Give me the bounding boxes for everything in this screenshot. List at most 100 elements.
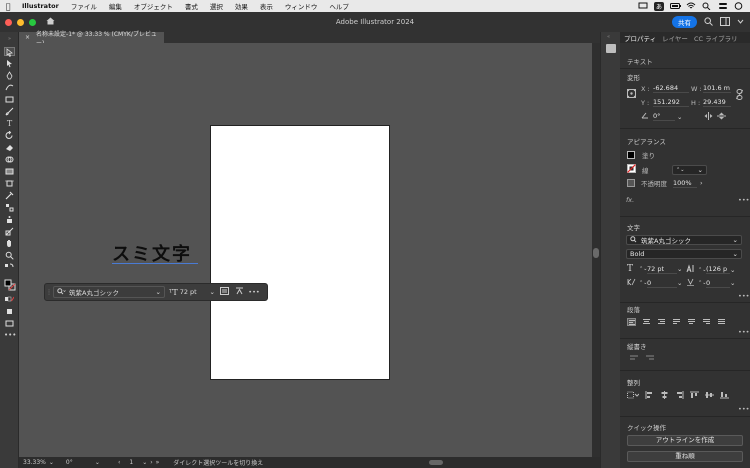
menu-view[interactable]: 表示: [254, 1, 279, 11]
stepper-icon[interactable]: ⌃⌄: [698, 280, 706, 286]
workspace-switcher-icon[interactable]: [720, 16, 730, 28]
flip-vertical-icon[interactable]: [717, 112, 726, 122]
draw-mode-icon[interactable]: [4, 307, 15, 316]
text-align-icon[interactable]: [218, 287, 230, 297]
rotation-dropdown[interactable]: 0° ⌄: [62, 459, 104, 466]
control-center-icon[interactable]: [718, 2, 728, 10]
spotlight-search-icon[interactable]: [702, 2, 712, 11]
more-options-icon[interactable]: •••: [738, 196, 750, 204]
stepper-icon[interactable]: ⌃⌄: [639, 266, 647, 272]
stepper-icon[interactable]: ⌃⌄: [698, 267, 706, 273]
chevron-right-icon[interactable]: ›: [700, 179, 703, 187]
justify-all-icon[interactable]: [717, 318, 726, 326]
scrollbar-thumb[interactable]: [593, 248, 599, 258]
selected-text-object[interactable]: スミ文字: [112, 240, 198, 266]
font-size-control[interactable]: ᵀT 72 pt ⌄: [169, 286, 215, 298]
font-family-dropdown[interactable]: 筑紫A丸ゴシック ⌄: [53, 286, 165, 298]
comments-panel-icon[interactable]: [606, 44, 616, 53]
artboard-tool-icon[interactable]: [4, 179, 15, 188]
y-position-field[interactable]: Y : 151.292: [641, 98, 689, 107]
align-right-edges-icon[interactable]: [675, 391, 684, 401]
rotate-angle-field[interactable]: 0° ⌄: [641, 112, 682, 121]
battery-icon[interactable]: [670, 2, 681, 10]
canvas-vertical-scrollbar[interactable]: [592, 43, 600, 457]
x-position-field[interactable]: X : -62.684: [641, 84, 689, 93]
selection-tool-icon[interactable]: [4, 47, 15, 57]
more-options-icon[interactable]: •••: [738, 405, 750, 413]
menu-edit[interactable]: 編集: [103, 1, 128, 11]
align-center-icon[interactable]: [642, 318, 651, 326]
eraser-tool-icon[interactable]: [4, 143, 15, 152]
shape-builder-tool-icon[interactable]: [4, 155, 15, 164]
align-to-selection-icon[interactable]: [627, 391, 640, 401]
search-icon[interactable]: [704, 16, 713, 28]
create-outlines-button[interactable]: アウトラインを作成: [627, 435, 743, 446]
kerning-field[interactable]: ⌃⌄ 0 ⌄: [627, 278, 682, 288]
width-field[interactable]: W : 101.6 m: [691, 84, 731, 93]
h-value[interactable]: 29.439: [703, 98, 731, 107]
align-bottom-edges-icon[interactable]: [720, 391, 729, 401]
menu-app-name[interactable]: Illustrator: [16, 2, 65, 10]
eyedropper-tool-icon[interactable]: [4, 191, 15, 200]
document-tab[interactable]: × 名称未設定-1* @ 33.33 % (CMYK/プレビュー): [19, 31, 164, 47]
pen-tool-icon[interactable]: [4, 71, 15, 80]
font-style-field[interactable]: Bold ⌄: [626, 249, 742, 259]
height-field[interactable]: H : 29.439: [691, 98, 731, 107]
hand-tool-icon[interactable]: [4, 239, 15, 248]
artboard[interactable]: [210, 125, 390, 380]
angle-value[interactable]: 0°: [653, 112, 675, 121]
font-size-field[interactable]: T ⌃⌄ 72 pt ⌄: [627, 264, 682, 274]
vertical-option-2-icon[interactable]: [645, 354, 655, 364]
more-options-icon[interactable]: •••: [738, 292, 750, 300]
opacity-value[interactable]: 100%: [673, 179, 697, 188]
chevron-down-icon[interactable]: ⌄: [677, 113, 682, 121]
kerning-value[interactable]: 0: [647, 279, 677, 288]
flip-horizontal-icon[interactable]: [704, 112, 713, 122]
align-horizontal-centers-icon[interactable]: [660, 391, 669, 401]
home-icon[interactable]: [46, 17, 55, 28]
tab-layers[interactable]: レイヤー: [662, 33, 688, 43]
slice-tool-icon[interactable]: [4, 227, 15, 236]
chevron-down-icon[interactable]: ⌄: [677, 279, 682, 287]
arrange-button[interactable]: 重ね順: [627, 451, 743, 462]
w-value[interactable]: 101.6 m: [703, 84, 731, 93]
align-left-icon[interactable]: [627, 318, 636, 326]
symbol-sprayer-tool-icon[interactable]: [4, 215, 15, 224]
align-left-edges-icon[interactable]: [645, 391, 654, 401]
menu-select[interactable]: 選択: [204, 1, 229, 11]
chevron-down-icon[interactable]: ⌄: [730, 279, 735, 287]
type-tool-icon[interactable]: T: [4, 119, 15, 128]
toolbar-collapse-icon[interactable]: »: [4, 35, 15, 44]
artboard-navigator[interactable]: ‹ 1 ⌄ › »: [114, 459, 163, 466]
menu-type[interactable]: 書式: [179, 1, 204, 11]
tab-properties[interactable]: プロパティ: [624, 33, 656, 43]
close-tab-icon[interactable]: ×: [25, 34, 30, 41]
previous-artboard-icon[interactable]: ‹: [118, 459, 120, 466]
stroke-row[interactable]: 線 ⌃⌄ ⌄: [627, 164, 707, 175]
stepper-icon[interactable]: ⌃⌄: [639, 280, 647, 286]
edit-toolbar-icon[interactable]: •••: [4, 331, 16, 340]
align-right-icon[interactable]: [657, 318, 666, 326]
menu-window[interactable]: ウィンドウ: [279, 1, 324, 11]
fill-color-swatch[interactable]: [627, 151, 635, 159]
window-zoom-button[interactable]: [29, 18, 36, 26]
justify-left-icon[interactable]: [672, 318, 681, 326]
curvature-tool-icon[interactable]: [4, 83, 15, 92]
x-value[interactable]: -62.684: [653, 84, 689, 93]
blend-tool-icon[interactable]: [4, 203, 15, 212]
reference-point-icon[interactable]: [627, 89, 636, 100]
fill-stroke-swatches-icon[interactable]: [4, 278, 16, 292]
justify-right-icon[interactable]: [702, 318, 711, 326]
brush-tool-icon[interactable]: [4, 107, 15, 116]
effects-button[interactable]: fx.: [626, 196, 634, 204]
tab-cc-libraries[interactable]: CC ライブラリ: [694, 33, 738, 43]
canvas-area[interactable]: スミ文字: [19, 43, 592, 457]
wifi-icon[interactable]: [686, 2, 696, 10]
stroke-color-swatch[interactable]: [627, 164, 636, 175]
leading-value[interactable]: (126 p: [706, 265, 730, 274]
menu-object[interactable]: オブジェクト: [128, 1, 179, 11]
status-info[interactable]: ダイレクト選択ツールを切り換え: [169, 458, 267, 467]
menu-effect[interactable]: 効果: [229, 1, 254, 11]
input-method-indicator[interactable]: あ: [653, 1, 664, 11]
font-family-field[interactable]: 筑紫A丸ゴシック ⌄: [626, 235, 742, 245]
